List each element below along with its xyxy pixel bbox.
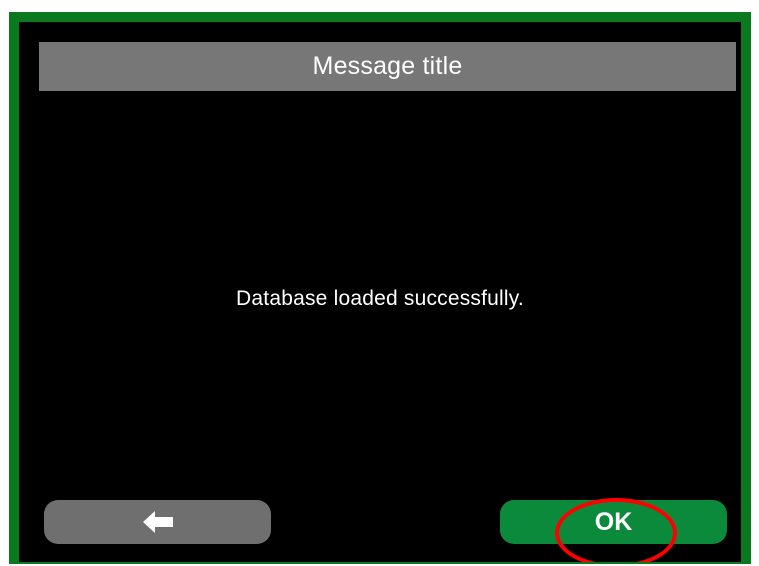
title-bar: Message title bbox=[39, 42, 736, 91]
ok-button-label: OK bbox=[594, 507, 633, 536]
arrow-left-icon bbox=[142, 511, 173, 533]
dialog-message: Database loaded successfully. bbox=[236, 287, 524, 310]
dialog-title: Message title bbox=[312, 52, 463, 80]
dialog-screen: Message title Database loaded successful… bbox=[19, 22, 741, 562]
ok-button[interactable]: OK bbox=[500, 500, 727, 544]
device-frame: Message title Database loaded successful… bbox=[9, 12, 751, 564]
back-button[interactable] bbox=[44, 500, 271, 544]
